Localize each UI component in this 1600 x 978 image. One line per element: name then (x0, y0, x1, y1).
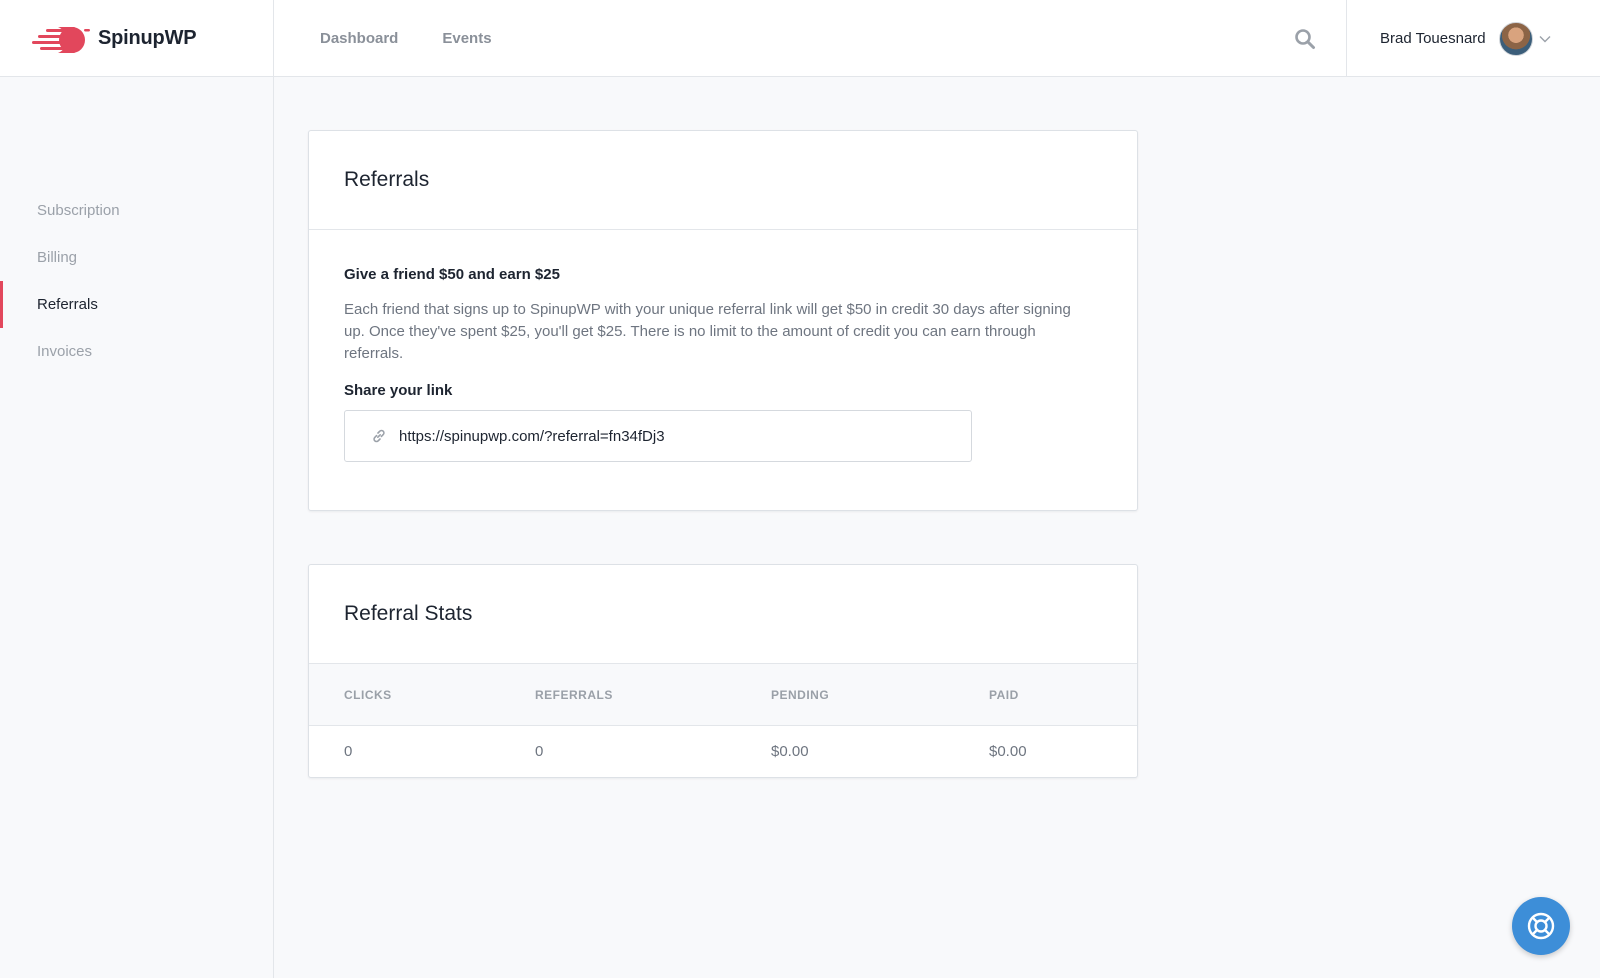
stats-card-header: Referral Stats (309, 565, 1137, 664)
top-nav: Dashboard Events (320, 0, 536, 77)
column-header-pending: PENDING (771, 687, 830, 702)
stats-title: Referral Stats (344, 602, 473, 625)
table-row: 0 0 $0.00 $0.00 (309, 726, 1137, 777)
top-bar: SpinupWP Dashboard Events Brad Touesnard (0, 0, 1600, 77)
pending-value: $0.00 (771, 743, 809, 760)
sidebar-item-referrals[interactable]: Referrals (0, 281, 273, 328)
nav-events[interactable]: Events (442, 30, 491, 47)
brand[interactable]: SpinupWP (0, 0, 274, 77)
sidebar-item-subscription[interactable]: Subscription (0, 187, 273, 234)
offer-heading: Give a friend $50 and earn $25 (344, 266, 560, 283)
clicks-value: 0 (344, 743, 353, 760)
sidebar-item-billing[interactable]: Billing (0, 234, 273, 281)
column-header-paid: PAID (989, 687, 1019, 702)
avatar (1498, 21, 1533, 56)
stats-table-header: CLICKS REFERRALS PENDING PAID (309, 664, 1137, 726)
paid-value: $0.00 (989, 743, 1027, 760)
user-name: Brad Touesnard (1380, 30, 1486, 47)
user-menu[interactable]: Brad Touesnard (1346, 0, 1600, 77)
offer-description: Each friend that signs up to SpinupWP wi… (344, 301, 1071, 362)
share-link-label: Share your link (344, 382, 453, 399)
referrals-title: Referrals (344, 168, 430, 191)
sidebar: Subscription Billing Referrals Invoices (0, 77, 274, 978)
referrals-value: 0 (535, 743, 544, 760)
referral-stats-card: Referral Stats CLICKS REFERRALS PENDING … (308, 564, 1138, 778)
referral-link-field[interactable] (344, 410, 972, 462)
brand-name: SpinupWP (98, 27, 197, 49)
search-icon (1295, 29, 1315, 49)
column-header-referrals: REFERRALS (535, 687, 613, 702)
chevron-down-icon (1539, 35, 1551, 42)
sidebar-item-invoices[interactable]: Invoices (0, 328, 273, 375)
nav-dashboard[interactable]: Dashboard (320, 30, 398, 47)
column-header-clicks: CLICKS (344, 687, 392, 702)
referrals-card-header: Referrals (309, 131, 1137, 230)
help-button[interactable] (1512, 897, 1570, 955)
referral-link-input[interactable] (399, 427, 959, 445)
link-icon (373, 429, 385, 443)
referrals-card: Referrals Give a friend $50 and earn $25… (308, 130, 1138, 511)
lifebuoy-icon (1527, 912, 1555, 940)
search-button[interactable] (1290, 24, 1320, 54)
spinupwp-logo-icon (32, 26, 90, 53)
referrals-card-body: Give a friend $50 and earn $25 Each frie… (309, 230, 1137, 496)
